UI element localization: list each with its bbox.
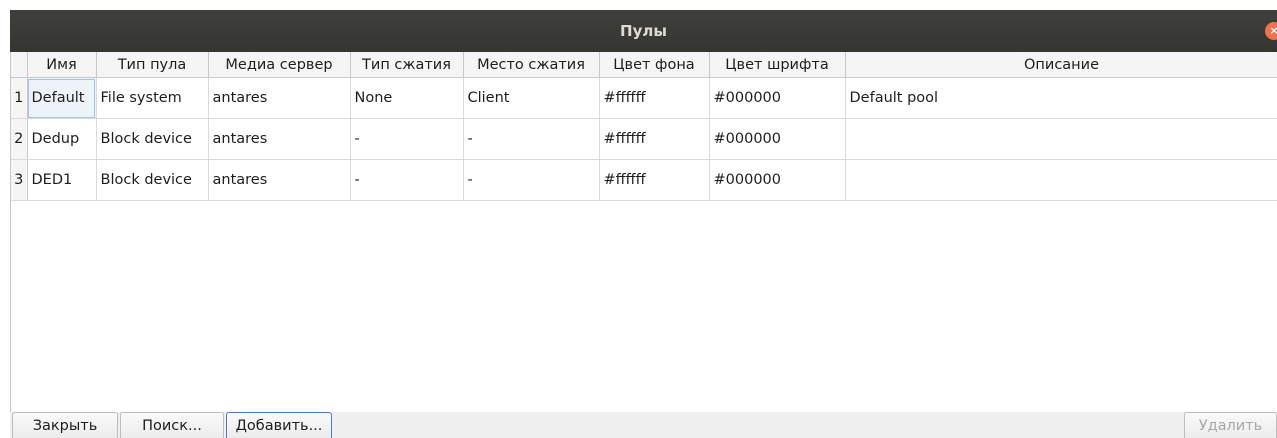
column-header-compression-type[interactable]: Тип сжатия: [350, 52, 464, 78]
cell-font-color[interactable]: #000000: [709, 118, 846, 160]
cell-compression-place[interactable]: -: [463, 118, 600, 160]
pools-table-area[interactable]: Имя Тип пула Медиа сервер Тип сжатия Мес…: [10, 52, 1277, 422]
cell-pool-type[interactable]: Block device: [96, 159, 209, 201]
cell-pool-type[interactable]: Block device: [96, 118, 209, 160]
table-row[interactable]: 2 Dedup Block device antares - - #ffffff…: [11, 118, 1277, 160]
cell-font-color[interactable]: #000000: [709, 159, 846, 201]
cell-description[interactable]: [845, 118, 1277, 160]
window-title: Пулы: [620, 22, 667, 40]
cell-description[interactable]: Default pool: [845, 77, 1277, 119]
cell-compression-type[interactable]: None: [350, 77, 464, 119]
cell-name[interactable]: Dedup: [27, 118, 97, 160]
cell-media-server[interactable]: antares: [208, 77, 351, 119]
cell-compression-type[interactable]: -: [350, 118, 464, 160]
column-header-name[interactable]: Имя: [27, 52, 97, 78]
column-header-background-color[interactable]: Цвет фона: [599, 52, 710, 78]
column-header-compression-place[interactable]: Место сжатия: [463, 52, 600, 78]
table-row[interactable]: 3 DED1 Block device antares - - #ffffff …: [11, 159, 1277, 201]
table-header-row: Имя Тип пула Медиа сервер Тип сжатия Мес…: [11, 52, 1277, 78]
cell-media-server[interactable]: antares: [208, 118, 351, 160]
cell-name[interactable]: Default: [27, 77, 97, 119]
row-number[interactable]: 3: [11, 159, 28, 201]
corner-header[interactable]: [11, 52, 28, 78]
close-icon[interactable]: ×: [1265, 22, 1277, 40]
cell-font-color[interactable]: #000000: [709, 77, 846, 119]
column-header-description[interactable]: Описание: [845, 52, 1277, 78]
close-button[interactable]: Закрыть: [12, 412, 118, 438]
row-number[interactable]: 1: [11, 77, 28, 119]
column-header-media-server[interactable]: Медиа сервер: [208, 52, 351, 78]
cell-description[interactable]: [845, 159, 1277, 201]
cell-name[interactable]: DED1: [27, 159, 97, 201]
title-bar: Пулы ×: [10, 10, 1277, 52]
cell-compression-type[interactable]: -: [350, 159, 464, 201]
pools-dialog: Пулы × Имя Тип пула Медиа сервер Тип сжа…: [10, 10, 1277, 438]
add-button[interactable]: Добавить...: [226, 412, 332, 438]
row-number[interactable]: 2: [11, 118, 28, 160]
cell-background-color[interactable]: #ffffff: [599, 77, 710, 119]
column-header-font-color[interactable]: Цвет шрифта: [709, 52, 846, 78]
cell-background-color[interactable]: #ffffff: [599, 118, 710, 160]
cell-compression-place[interactable]: Client: [463, 77, 600, 119]
cell-media-server[interactable]: antares: [208, 159, 351, 201]
column-header-pool-type[interactable]: Тип пула: [96, 52, 209, 78]
delete-button[interactable]: Удалить: [1184, 412, 1277, 438]
pools-table: Имя Тип пула Медиа сервер Тип сжатия Мес…: [11, 52, 1277, 201]
table-row[interactable]: 1 Default File system antares None Clien…: [11, 77, 1277, 119]
cell-compression-place[interactable]: -: [463, 159, 600, 201]
cell-pool-type[interactable]: File system: [96, 77, 209, 119]
cell-background-color[interactable]: #ffffff: [599, 159, 710, 201]
search-button[interactable]: Поиск...: [120, 412, 224, 438]
button-bar: Закрыть Поиск... Добавить... Удалить: [10, 412, 1277, 438]
